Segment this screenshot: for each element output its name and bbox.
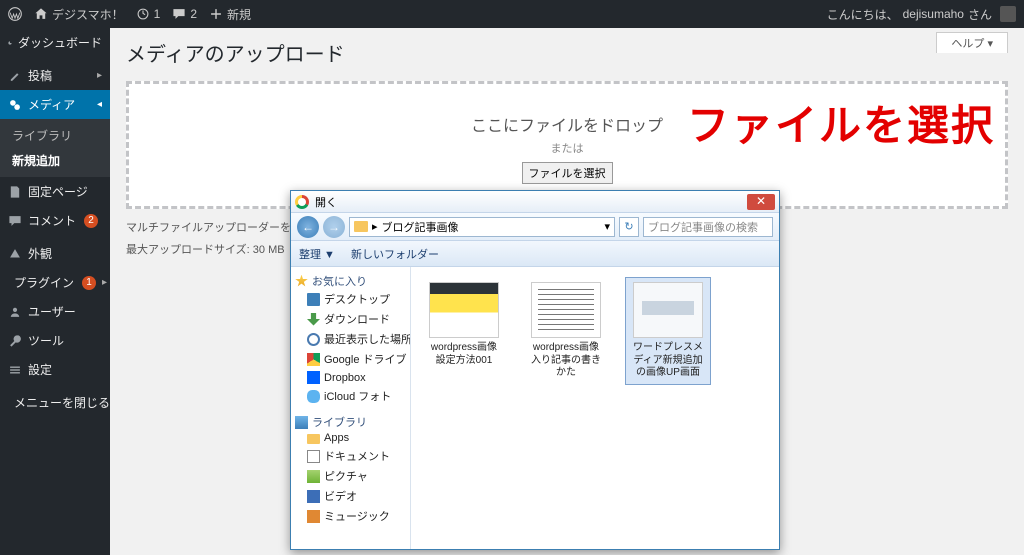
drop-label: ここにファイルをドロップ — [129, 112, 1005, 136]
close-button[interactable]: ✕ — [747, 194, 775, 210]
dialog-titlebar[interactable]: 開く ✕ — [291, 191, 779, 213]
side-videos[interactable]: ビデオ — [295, 486, 406, 506]
wp-logo[interactable] — [8, 7, 22, 21]
dialog-title: 開く — [315, 194, 337, 210]
refresh-button[interactable]: ↻ — [619, 217, 639, 237]
side-icloud[interactable]: iCloud フォト — [295, 386, 406, 406]
file-open-dialog: 開く ✕ ← → ▸ ブログ記事画像 ▾ ↻ ブログ記事画像の検索 整理 ▼ 新… — [290, 190, 780, 550]
select-file-button[interactable]: ファイルを選択 — [522, 162, 613, 184]
picture-icon — [307, 470, 320, 483]
chrome-icon — [295, 195, 309, 209]
library-icon — [295, 416, 308, 429]
help-tab[interactable]: ヘルプ ▾ — [936, 32, 1008, 53]
updates-count[interactable]: 1 — [136, 7, 161, 21]
dropbox-icon — [307, 371, 320, 384]
menu-comments[interactable]: コメント2 — [0, 206, 110, 235]
submenu-add-new[interactable]: 新規追加 — [0, 148, 110, 173]
folder-icon — [307, 434, 320, 444]
menu-collapse[interactable]: メニューを閉じる — [0, 388, 110, 417]
dialog-toolbar: 整理 ▼ 新しいフォルダー — [291, 241, 779, 267]
file-name: wordpress画像設定方法001 — [426, 342, 502, 367]
side-pictures[interactable]: ピクチャ — [295, 466, 406, 486]
file-name: wordpress画像入り記事の書きかた — [528, 342, 604, 380]
menu-settings[interactable]: 設定 — [0, 355, 110, 384]
breadcrumb-path[interactable]: ▸ ブログ記事画像 ▾ — [349, 217, 615, 237]
document-icon — [307, 450, 320, 463]
download-icon — [307, 313, 320, 326]
side-dropbox[interactable]: Dropbox — [295, 369, 406, 386]
new-folder-button[interactable]: 新しいフォルダー — [351, 246, 439, 262]
desktop-icon — [307, 293, 320, 306]
menu-posts[interactable]: 投稿▸ — [0, 61, 110, 90]
new-content[interactable]: 新規 — [209, 6, 251, 23]
nav-forward-button[interactable]: → — [323, 216, 345, 238]
file-name: ワードプレスメディア新規追加の画像UP画面 — [630, 342, 706, 380]
avatar-icon — [1000, 6, 1016, 22]
side-recent[interactable]: 最近表示した場所 — [295, 329, 406, 349]
or-label: または — [129, 140, 1005, 156]
gdrive-icon — [307, 353, 320, 366]
menu-plugins[interactable]: プラグイン1▸ — [0, 268, 110, 297]
menu-dashboard[interactable]: ダッシュボード — [0, 28, 110, 57]
path-dropdown-icon[interactable]: ▾ — [604, 220, 610, 233]
side-desktop[interactable]: デスクトップ — [295, 289, 406, 309]
greeting[interactable]: こんにちは、dejisumaho さん — [827, 6, 1016, 23]
menu-appearance[interactable]: 外観 — [0, 239, 110, 268]
file-thumbnail — [531, 282, 601, 338]
file-list: wordpress画像設定方法001 wordpress画像入り記事の書きかた … — [411, 267, 779, 549]
folder-icon — [354, 221, 368, 232]
menu-tools[interactable]: ツール — [0, 326, 110, 355]
menu-pages[interactable]: 固定ページ — [0, 177, 110, 206]
nav-back-button[interactable]: ← — [297, 216, 319, 238]
comments-badge: 2 — [84, 214, 98, 228]
wp-admin-sidebar: ダッシュボード 投稿▸ メディア◂ ライブラリ 新規追加 固定ページ コメント2… — [0, 28, 110, 555]
favorites-group[interactable]: お気に入り — [295, 273, 406, 289]
side-documents[interactable]: ドキュメント — [295, 446, 406, 466]
dialog-nav: ← → ▸ ブログ記事画像 ▾ ↻ ブログ記事画像の検索 — [291, 213, 779, 241]
menu-media[interactable]: メディア◂ — [0, 90, 110, 119]
side-apps[interactable]: Apps — [295, 430, 406, 446]
file-thumbnail — [633, 282, 703, 338]
icloud-icon — [307, 390, 320, 403]
video-icon — [307, 490, 320, 503]
submenu-library[interactable]: ライブラリ — [0, 123, 110, 148]
music-icon — [307, 510, 320, 523]
menu-media-submenu: ライブラリ 新規追加 — [0, 119, 110, 177]
folder-name: ブログ記事画像 — [382, 219, 459, 235]
plugins-badge: 1 — [82, 276, 96, 290]
file-item[interactable]: wordpress画像入り記事の書きかた — [523, 277, 609, 385]
organize-button[interactable]: 整理 ▼ — [299, 246, 335, 262]
file-item-selected[interactable]: ワードプレスメディア新規追加の画像UP画面 — [625, 277, 711, 385]
menu-users[interactable]: ユーザー — [0, 297, 110, 326]
star-icon — [295, 275, 308, 288]
site-name[interactable]: デジスマホ！ — [34, 6, 124, 23]
dialog-sidebar: お気に入り デスクトップ ダウンロード 最近表示した場所 Google ドライブ… — [291, 267, 411, 549]
comments-count[interactable]: 2 — [172, 7, 197, 21]
wp-admin-bar: デジスマホ！ 1 2 新規 こんにちは、dejisumaho さん — [0, 0, 1024, 28]
library-group[interactable]: ライブラリ — [295, 414, 406, 430]
file-thumbnail — [429, 282, 499, 338]
side-downloads[interactable]: ダウンロード — [295, 309, 406, 329]
clock-icon — [307, 333, 320, 346]
file-item[interactable]: wordpress画像設定方法001 — [421, 277, 507, 372]
side-gdrive[interactable]: Google ドライブ — [295, 349, 406, 369]
page-title: メディアのアップロード — [126, 28, 1008, 81]
search-input[interactable]: ブログ記事画像の検索 — [643, 217, 773, 237]
side-music[interactable]: ミュージック — [295, 506, 406, 526]
